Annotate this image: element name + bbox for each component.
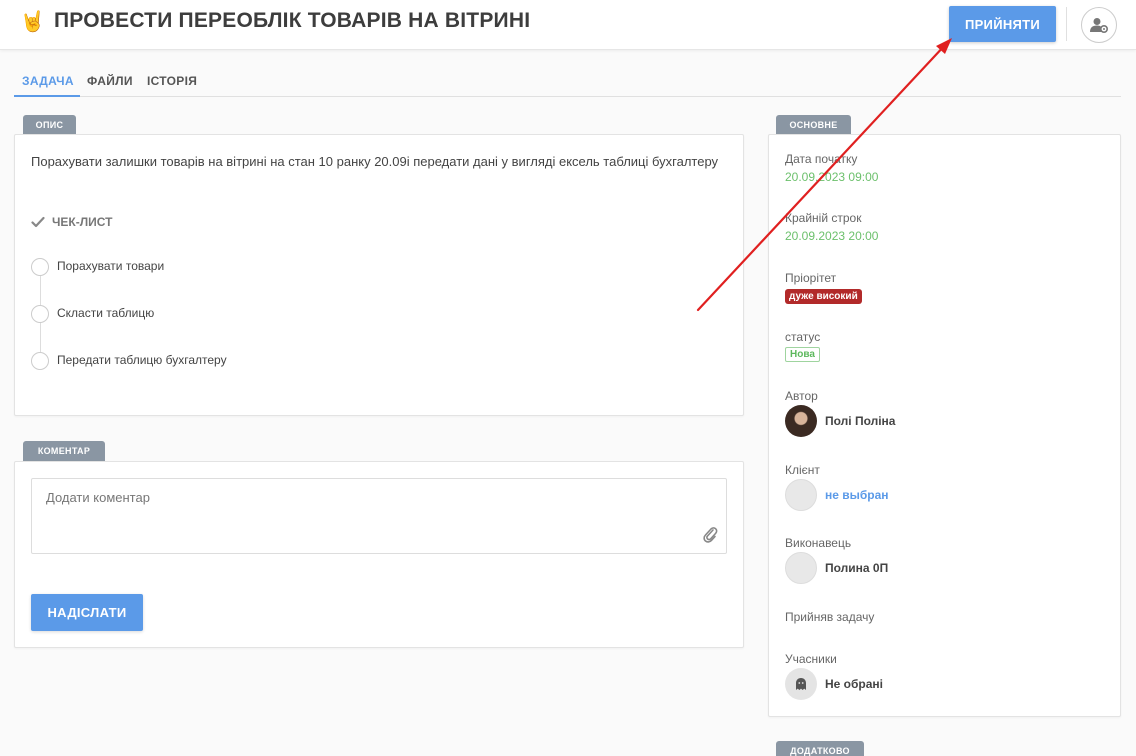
- description-tag: ОПИС: [23, 115, 76, 135]
- start-date-value[interactable]: 20.09.2023 09:00: [785, 170, 878, 184]
- start-date-label: Дата початку: [785, 152, 858, 166]
- checklist-checkbox[interactable]: [31, 352, 49, 370]
- checkmark-icon: [31, 216, 45, 228]
- user-settings-button[interactable]: [1081, 7, 1117, 43]
- client-label: Клієнт: [785, 463, 820, 477]
- executor-label: Виконавець: [785, 536, 852, 550]
- author-label: Автор: [785, 389, 818, 403]
- status-badge[interactable]: Нова: [785, 347, 820, 362]
- checklist-connector: [40, 322, 41, 352]
- tab-task[interactable]: ЗАДАЧА: [22, 74, 74, 88]
- send-comment-button[interactable]: НАДІСЛАТИ: [31, 594, 143, 631]
- page-title: ПРОВЕСТИ ПЕРЕОБЛІК ТОВАРІВ НА ВІТРИНІ: [54, 9, 531, 32]
- executor-name[interactable]: Полина 0П: [825, 561, 888, 575]
- paperclip-icon[interactable]: [702, 525, 718, 543]
- checklist-item-label: Передати таблицю бухгалтеру: [57, 353, 227, 367]
- active-tab-indicator: [14, 95, 80, 97]
- priority-label: Пріорітет: [785, 271, 837, 285]
- tab-files[interactable]: ФАЙЛИ: [87, 74, 133, 88]
- participants-avatar: [785, 668, 817, 700]
- ghost-icon: [796, 678, 806, 690]
- client-avatar: [785, 479, 817, 511]
- user-gear-icon: [1090, 18, 1108, 33]
- accept-button[interactable]: ПРИЙНЯТИ: [949, 6, 1056, 42]
- participants-label: Учасники: [785, 652, 837, 666]
- comment-input[interactable]: Додати коментар: [31, 478, 727, 554]
- description-card: [14, 134, 744, 416]
- deadline-value[interactable]: 20.09.2023 20:00: [785, 229, 878, 243]
- checklist-checkbox[interactable]: [31, 305, 49, 323]
- author-name[interactable]: Полі Поліна: [825, 414, 895, 428]
- rock-hand-emoji-icon: 🤘: [20, 11, 45, 33]
- checklist-checkbox[interactable]: [31, 258, 49, 276]
- checklist-item-label: Скласти таблицю: [57, 306, 155, 320]
- tab-bar: ЗАДАЧА ФАЙЛИ ІСТОРІЯ: [14, 66, 1121, 97]
- priority-badge[interactable]: дуже високий: [785, 289, 862, 304]
- participants-value[interactable]: Не обрані: [825, 677, 883, 691]
- author-avatar: [785, 405, 817, 437]
- comment-placeholder: Додати коментар: [46, 490, 150, 505]
- checklist-item-label: Порахувати товари: [57, 259, 165, 273]
- description-text: Порахувати залишки товарів на вітрині на…: [31, 154, 719, 169]
- header-divider: [1066, 7, 1067, 41]
- main-info-tag: ОСНОВНЕ: [776, 115, 851, 135]
- accepted-by-label: Прийняв задачу: [785, 610, 875, 624]
- checklist-title: ЧЕК-ЛИСТ: [52, 215, 113, 229]
- extra-tag: ДОДАТКОВО: [776, 741, 864, 756]
- page-header: 🤘 ПРОВЕСТИ ПЕРЕОБЛІК ТОВАРІВ НА ВІТРИНІ …: [0, 0, 1136, 50]
- comment-tag: КОМЕНТАР: [23, 441, 105, 461]
- client-select-link[interactable]: не выбран: [825, 488, 889, 502]
- executor-avatar: [785, 552, 817, 584]
- status-label: статус: [785, 330, 821, 344]
- checklist-connector: [40, 275, 41, 305]
- deadline-label: Крайній строк: [785, 211, 862, 225]
- tab-history[interactable]: ІСТОРІЯ: [147, 74, 197, 88]
